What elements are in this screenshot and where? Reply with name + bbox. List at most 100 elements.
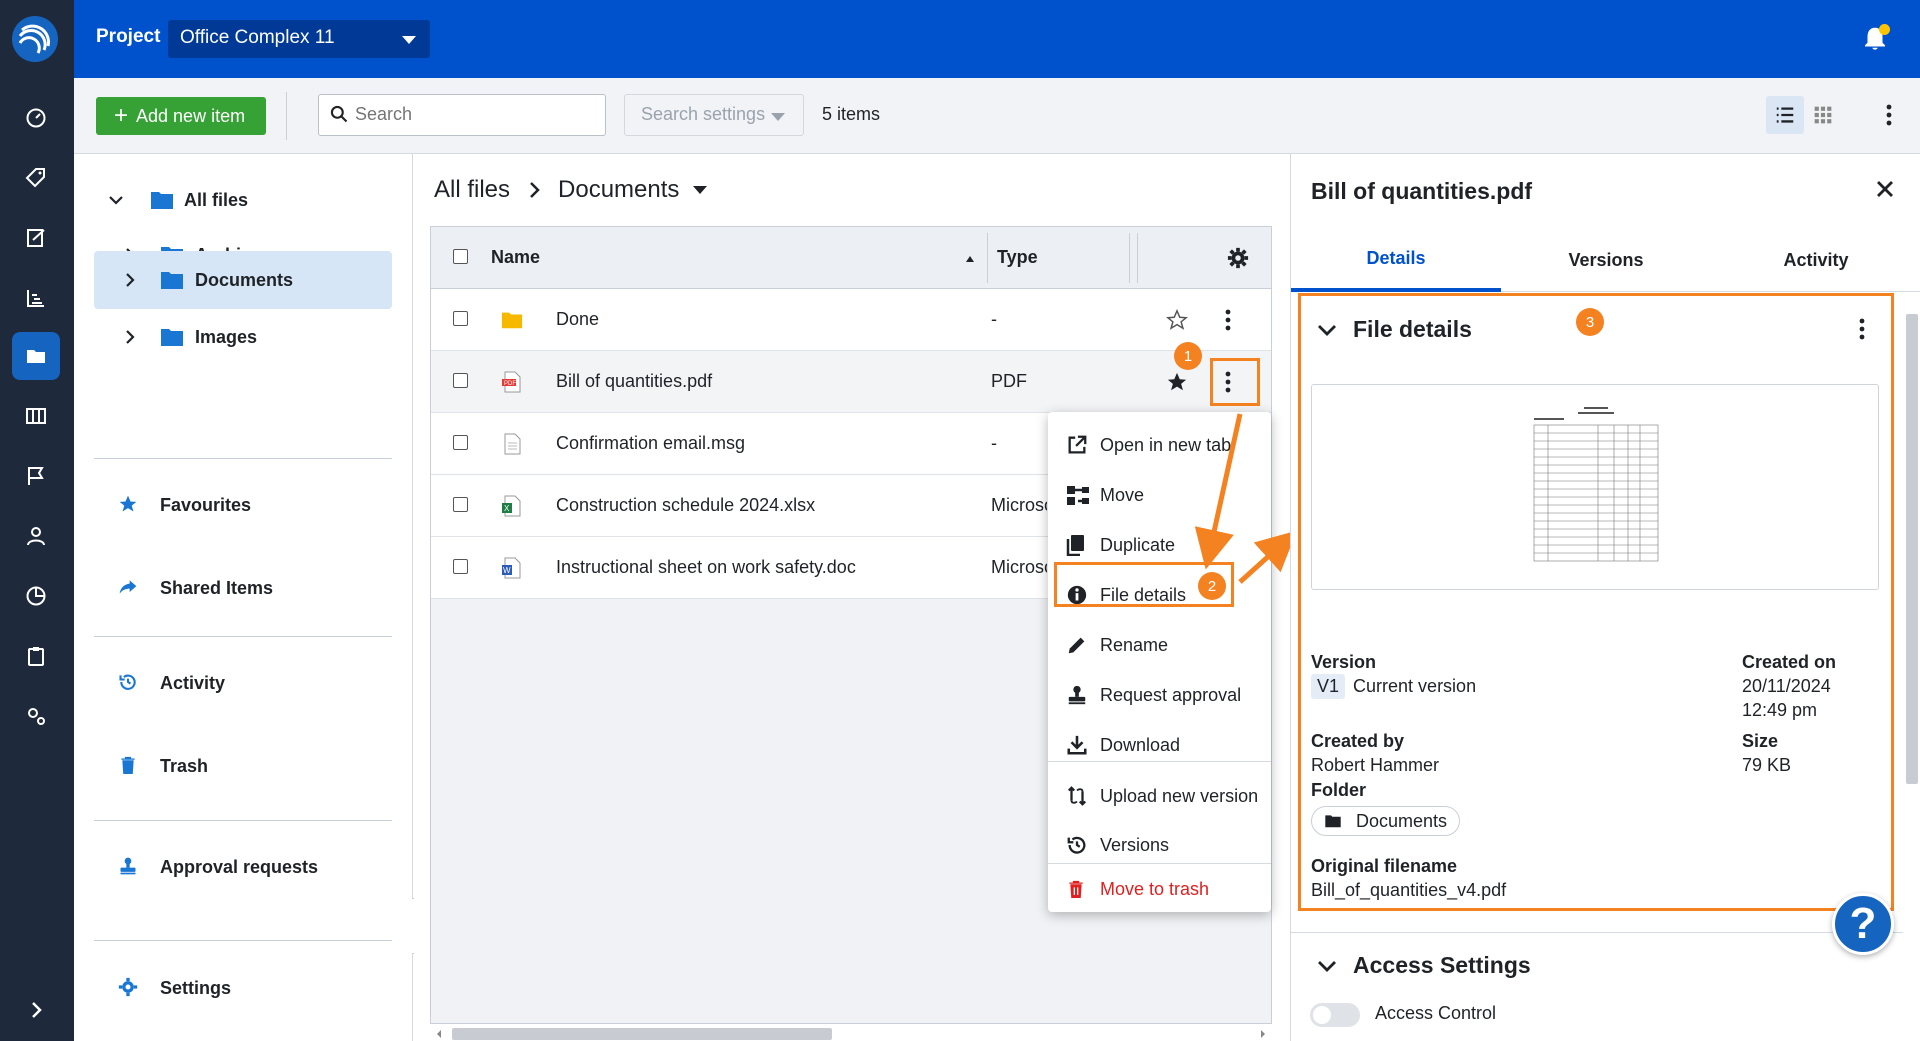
user-icon[interactable] (12, 512, 60, 560)
sidebar-divider (94, 940, 392, 941)
pie-chart-icon[interactable] (12, 572, 60, 620)
row-more-icon[interactable] (1225, 309, 1231, 331)
search-settings-dropdown[interactable]: Search settings (624, 94, 804, 136)
notification-bell-icon[interactable] (1860, 24, 1890, 54)
chevron-right-icon[interactable] (120, 327, 140, 347)
add-new-item-button[interactable]: + Add new item (96, 97, 266, 135)
access-settings-section-header[interactable]: Access Settings (1317, 952, 1531, 979)
folder-icon (161, 329, 183, 346)
nav-activity[interactable]: Activity (94, 654, 392, 712)
gantt-chart-icon[interactable] (12, 274, 60, 322)
step-3-highlight (1298, 293, 1894, 911)
chevron-down-icon (1318, 960, 1336, 972)
file-name[interactable]: Bill of quantities.pdf (556, 371, 712, 392)
breadcrumb-current[interactable]: Documents (558, 176, 679, 204)
tab-versions[interactable]: Versions (1501, 228, 1711, 292)
menu-item-move[interactable]: Move (1048, 472, 1271, 518)
step-badge-2: 2 (1198, 572, 1226, 600)
row-checkbox[interactable] (453, 311, 468, 326)
nav-shared-items[interactable]: Shared Items (94, 559, 392, 617)
history-icon (119, 674, 136, 690)
search-box[interactable] (318, 94, 606, 136)
nav-approval-requests[interactable]: Approval requests (94, 838, 392, 896)
file-name[interactable]: Done (556, 309, 599, 330)
flag-icon[interactable] (12, 452, 60, 500)
tag-icon[interactable] (12, 154, 60, 202)
nav-settings[interactable]: Settings (94, 959, 392, 1017)
access-control-label: Access Control (1375, 1003, 1497, 1023)
help-button[interactable]: ? (1832, 893, 1894, 955)
project-name: Office Complex 11 (180, 27, 335, 48)
file-name[interactable]: Instructional sheet on work safety.doc (556, 557, 856, 578)
scroll-right-icon[interactable] (1260, 1029, 1266, 1039)
chevron-down-icon[interactable] (106, 190, 126, 210)
generic-file-icon (504, 433, 521, 455)
chevron-right-icon (530, 182, 540, 198)
gear-icon[interactable] (1227, 247, 1249, 269)
nav-label: All files (184, 189, 249, 210)
horizontal-scrollbar[interactable] (430, 1026, 1272, 1040)
project-selector[interactable]: Office Complex 11 (168, 20, 430, 58)
step-badge-3: 3 (1576, 308, 1604, 336)
access-settings-heading: Access Settings (1353, 952, 1531, 978)
menu-item-request-approval[interactable]: Request approval (1048, 672, 1271, 718)
row-checkbox[interactable] (453, 435, 468, 450)
star-filled-icon[interactable] (1166, 371, 1188, 393)
plans-icon[interactable] (12, 392, 60, 440)
breadcrumb-root[interactable]: All files (434, 176, 510, 204)
menu-item-open-new-tab[interactable]: Open in new tab (1048, 422, 1271, 468)
tab-details[interactable]: Details (1291, 228, 1501, 292)
column-header-name[interactable]: Name (491, 247, 540, 268)
tab-activity[interactable]: Activity (1711, 228, 1920, 292)
files-icon[interactable] (12, 332, 60, 380)
stamp-icon (120, 857, 136, 875)
nav-folder-images[interactable]: Images (94, 308, 392, 366)
expand-rail-icon[interactable] (12, 986, 60, 1034)
list-view-button[interactable] (1766, 96, 1804, 134)
table-row[interactable]: Done - (431, 289, 1271, 351)
nav-favourites[interactable]: Favourites (94, 476, 392, 534)
table-row[interactable]: PDF Bill of quantities.pdf PDF (431, 351, 1271, 413)
nav-label: Favourites (160, 494, 252, 515)
chevron-down-icon[interactable] (693, 186, 708, 194)
menu-item-rename[interactable]: Rename (1048, 622, 1271, 668)
app-logo[interactable] (12, 16, 58, 62)
scrollbar-thumb[interactable] (1906, 314, 1918, 784)
folder-icon (501, 312, 523, 329)
app-rail (0, 0, 74, 1041)
settings-gears-icon[interactable] (12, 692, 60, 740)
search-input[interactable] (355, 104, 595, 125)
file-name[interactable]: Construction schedule 2024.xlsx (556, 495, 815, 516)
nav-trash[interactable]: Trash (94, 737, 392, 795)
select-all-checkbox[interactable] (453, 249, 468, 264)
grid-view-button[interactable] (1804, 96, 1842, 134)
search-settings-label: Search settings (641, 104, 766, 124)
scroll-left-icon[interactable] (436, 1029, 442, 1039)
history-icon (1067, 836, 1086, 854)
file-name[interactable]: Confirmation email.msg (556, 433, 745, 454)
dashboard-icon[interactable] (12, 94, 60, 142)
nav-folder-documents[interactable]: Documents (94, 251, 392, 309)
access-control-toggle[interactable] (1310, 1003, 1360, 1027)
row-checkbox[interactable] (453, 559, 468, 574)
row-checkbox[interactable] (453, 373, 468, 388)
column-header-type[interactable]: Type (997, 247, 1038, 268)
close-icon[interactable] (1876, 180, 1894, 198)
nav-all-files[interactable]: All files (94, 171, 392, 229)
row-checkbox[interactable] (453, 497, 468, 512)
panel-scrollbar[interactable] (1904, 304, 1918, 1041)
menu-item-move-to-trash[interactable]: Move to trash (1048, 866, 1271, 912)
column-divider (1137, 233, 1138, 283)
nav-label: Documents (195, 269, 294, 290)
menu-item-label: Move (1100, 484, 1145, 505)
edit-document-icon[interactable] (12, 214, 60, 262)
grid-view-icon (1814, 106, 1832, 124)
scrollbar-thumb[interactable] (452, 1028, 832, 1040)
menu-item-versions[interactable]: Versions (1048, 822, 1271, 868)
menu-item-upload-new-version[interactable]: Upload new version (1048, 773, 1271, 819)
more-options-icon[interactable] (1886, 104, 1892, 131)
sort-ascending-icon[interactable] (965, 255, 975, 263)
star-outline-icon[interactable] (1166, 309, 1188, 331)
chevron-right-icon[interactable] (120, 270, 140, 290)
clipboard-icon[interactable] (12, 632, 60, 680)
